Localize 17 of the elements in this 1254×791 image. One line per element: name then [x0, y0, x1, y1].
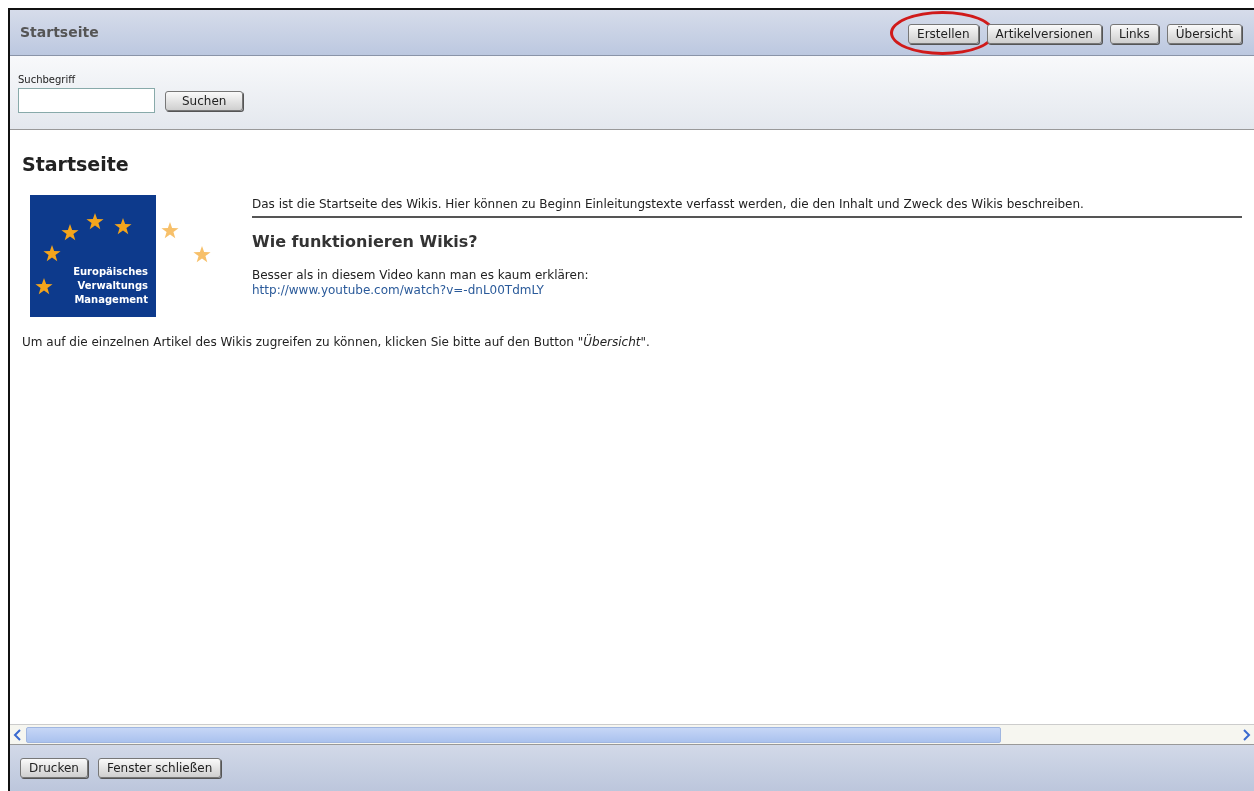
search-button[interactable]: Suchen — [165, 90, 244, 111]
horizontal-scrollbar[interactable] — [10, 724, 1254, 744]
toolbar-button[interactable]: Links — [1109, 23, 1159, 44]
intro-text: Das ist die Startseite des Wikis. Hier können zu Beginn Einleitungstexte verfasst werden, die den Inhalt und Zweck des Wikis beschreiben. — [252, 196, 1085, 212]
subheading: Wie funktionieren Wikis? — [252, 230, 478, 253]
video-text: Besser als in diesem Video kann man es kaum erklären: — [252, 267, 589, 283]
article-title: Startseite — [22, 152, 129, 177]
video-link[interactable]: http://www.youtube.com/watch?v=-dnL00TdmLY — [252, 282, 544, 298]
footer-button[interactable]: Fenster schließen — [97, 758, 222, 778]
footer-button[interactable]: Drucken — [20, 758, 88, 778]
footer-note: Um auf die einzelnen Artikel des Wikis zugreifen zu können, klicken Sie bitte auf den Button "Übersicht". — [22, 333, 650, 351]
search-field[interactable] — [18, 88, 155, 113]
search-label: Suchbegriff — [18, 73, 76, 87]
toolbar-button[interactable]: Übersicht — [1166, 23, 1242, 44]
toolbar-button[interactable]: Erstellen — [908, 23, 979, 44]
toolbar-button[interactable]: Artikelversionen — [986, 23, 1102, 44]
header-title: Startseite — [20, 23, 99, 42]
